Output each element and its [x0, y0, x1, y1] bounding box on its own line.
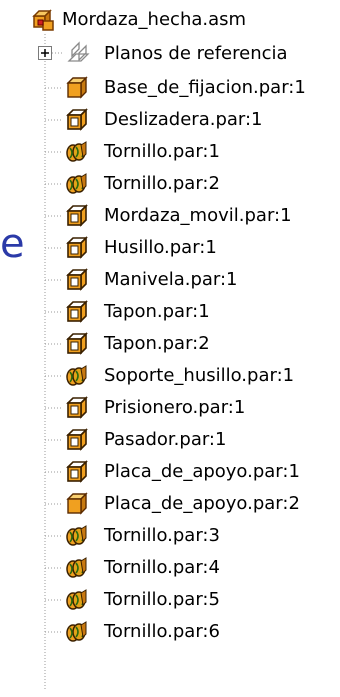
tree-item-label: Tornillo.par:5 [104, 589, 220, 610]
tree-item-label: Planos de referencia [104, 43, 288, 64]
tree-item-label: Tornillo.par:3 [104, 525, 220, 546]
part-icon [66, 332, 88, 355]
tree-item-reference-planes[interactable]: Planos de referencia [0, 38, 340, 70]
fastener-icon [66, 557, 87, 578]
part-icon [66, 204, 88, 227]
fastener-icon [66, 173, 87, 194]
tree-item-label: Pasador.par:1 [104, 429, 227, 450]
assembly-tree: Mordaza_hecha.asm Planos de referencia B… [0, 0, 340, 697]
tree-item-part[interactable]: Husillo.par:1 [0, 232, 340, 264]
part-icon [66, 108, 88, 131]
tree-item-part[interactable]: Base_de_fijacion.par:1 [0, 72, 340, 104]
tree-item-part[interactable]: Tornillo.par:2 [0, 168, 340, 200]
tree-item-label: Tornillo.par:2 [104, 173, 220, 194]
tree-item-part[interactable]: Tornillo.par:6 [0, 616, 340, 648]
part-icon [66, 396, 88, 419]
tree-item-part[interactable]: Tornillo.par:3 [0, 520, 340, 552]
fastener-icon [66, 621, 87, 642]
tree-item-label: Base_de_fijacion.par:1 [104, 77, 306, 98]
tree-item-part[interactable]: Tornillo.par:1 [0, 136, 340, 168]
tree-item-part[interactable]: Tapon.par:2 [0, 328, 340, 360]
tree-item-part[interactable]: Tornillo.par:5 [0, 584, 340, 616]
part-icon [66, 460, 88, 483]
tree-item-label: Tornillo.par:6 [104, 621, 220, 642]
part-icon [66, 300, 88, 323]
tree-item-part[interactable]: Prisionero.par:1 [0, 392, 340, 424]
tree-item-part[interactable]: Manivela.par:1 [0, 264, 340, 296]
reference-planes-icon [67, 41, 90, 62]
tree-item-part[interactable]: Placa_de_apoyo.par:2 [0, 488, 340, 520]
tree-item-label: Placa_de_apoyo.par:2 [104, 493, 300, 514]
tree-item-label: Placa_de_apoyo.par:1 [104, 461, 300, 482]
tree-item-part[interactable]: Mordaza_movil.par:1 [0, 200, 340, 232]
fastener-icon [66, 589, 87, 610]
part-icon [66, 428, 88, 451]
tree-item-part[interactable]: Placa_de_apoyo.par:1 [0, 456, 340, 488]
fastener-icon [66, 525, 87, 546]
fastener-icon [66, 141, 87, 162]
stray-text: e [0, 221, 25, 267]
tree-item-part[interactable]: Pasador.par:1 [0, 424, 340, 456]
tree-item-label: Tornillo.par:4 [104, 557, 220, 578]
fastener-icon [66, 365, 87, 386]
tree-item-label: Tapon.par:1 [104, 301, 210, 322]
tree-item-label: Deslizadera.par:1 [104, 109, 263, 130]
expand-plus-icon[interactable] [38, 46, 52, 60]
tree-item-label: Prisionero.par:1 [104, 397, 246, 418]
tree-item-part[interactable]: Tapon.par:1 [0, 296, 340, 328]
part-icon [66, 268, 88, 291]
tree-item-label: Husillo.par:1 [104, 237, 217, 258]
tree-item-label: Manivela.par:1 [104, 269, 238, 290]
part-solid-icon [66, 76, 88, 99]
part-solid-icon [66, 492, 88, 515]
tree-item-label: Tornillo.par:1 [104, 141, 220, 162]
tree-item-part[interactable]: Deslizadera.par:1 [0, 104, 340, 136]
tree-item-label: Mordaza_movil.par:1 [104, 205, 292, 226]
part-icon [66, 236, 88, 259]
tree-item-label: Tapon.par:2 [104, 333, 210, 354]
tree-item-part[interactable]: Soporte_husillo.par:1 [0, 360, 340, 392]
tree-item-part[interactable]: Tornillo.par:4 [0, 552, 340, 584]
tree-item-label: Soporte_husillo.par:1 [104, 365, 295, 386]
